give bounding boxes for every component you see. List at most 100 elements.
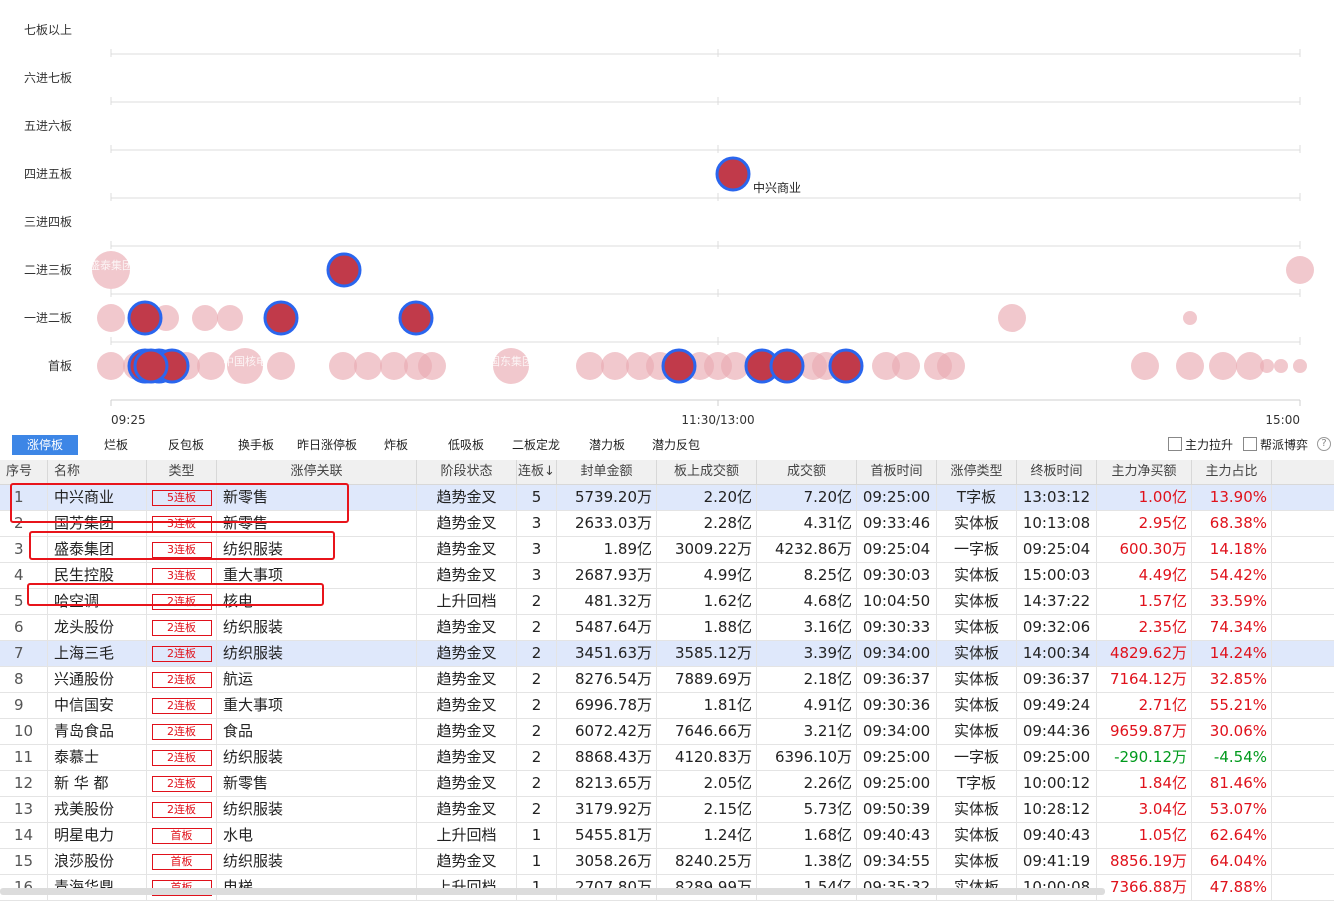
highlighted-stock-bubble[interactable] — [715, 156, 751, 192]
highlighted-stock-bubble[interactable] — [263, 300, 299, 336]
table-row[interactable]: 4 民生控股 3连板 重大事项 趋势金叉 3 2687.93万 4.99亿 8.25亿 09:30… — [0, 563, 1334, 589]
tab-9[interactable]: 潜力反包 — [649, 435, 703, 455]
col-limit-type: T字板 — [937, 771, 1017, 796]
col-turnover: 3.39亿 — [757, 641, 857, 666]
stock-bubble[interactable] — [1176, 352, 1204, 380]
col-boards-header[interactable]: 连板↓ — [517, 460, 557, 484]
x-axis-label: 11:30/13:00 — [681, 413, 754, 427]
stock-bubble[interactable] — [998, 304, 1026, 332]
table-row[interactable]: 2 国芳集团 3连板 新零售 趋势金叉 3 2633.03万 2.28亿 4.31亿 09:33:… — [0, 511, 1334, 537]
col-turnover: 4.91亿 — [757, 693, 857, 718]
col-limit-type: 实体板 — [937, 641, 1017, 666]
col-seal-amount-header[interactable]: 封单金额 — [557, 460, 657, 484]
stock-bubble[interactable] — [576, 352, 604, 380]
board-type-badge: 2连板 — [151, 619, 212, 636]
table-row[interactable]: 3 盛泰集团 3连板 纺织服装 趋势金叉 3 1.89亿 3009.22万 4232.86万 09… — [0, 537, 1334, 563]
col-limit-type: 实体板 — [937, 797, 1017, 822]
highlighted-stock-bubble[interactable] — [769, 348, 805, 384]
col-related: 新零售 — [217, 511, 417, 536]
tab-4[interactable]: 昨日涨停板 — [295, 435, 359, 455]
col-turnover-header[interactable]: 成交额 — [757, 460, 857, 484]
table-row[interactable]: 1 中兴商业 5连板 新零售 趋势金叉 5 5739.20万 2.20亿 7.20亿 09:25:… — [0, 485, 1334, 511]
col-net-buy: 3.04亿 — [1097, 797, 1192, 822]
stock-bubble[interactable] — [380, 352, 408, 380]
col-boards: 2 — [517, 615, 557, 640]
col-limit-type-header[interactable]: 涨停类型 — [937, 460, 1017, 484]
col-board-turnover-header[interactable]: 板上成交额 — [657, 460, 757, 484]
stock-bubble[interactable] — [1274, 359, 1288, 373]
help-icon[interactable]: ? — [1317, 437, 1331, 451]
table-row[interactable]: 8 兴通股份 2连板 航运 趋势金叉 2 8276.54万 7889.69万 2.18亿 09:3… — [0, 667, 1334, 693]
tab-2[interactable]: 反包板 — [164, 435, 208, 455]
col-ratio: 33.59% — [1192, 589, 1272, 614]
faction-game-checkbox[interactable]: 帮派博弈 — [1243, 437, 1308, 453]
stock-bubble[interactable] — [1236, 352, 1264, 380]
highlighted-stock-bubble[interactable] — [828, 348, 864, 384]
checkbox-box-icon[interactable] — [1243, 437, 1257, 451]
highlighted-stock-bubble[interactable] — [133, 348, 169, 384]
col-type: 2连板 — [147, 771, 217, 796]
checkbox-box-icon[interactable] — [1168, 437, 1182, 451]
col-index-header[interactable]: 序号 — [0, 460, 48, 484]
stock-bubble[interactable] — [97, 304, 125, 332]
tab-1[interactable]: 烂板 — [99, 435, 133, 455]
highlighted-stock-bubble[interactable] — [127, 300, 163, 336]
col-ratio-header[interactable]: 主力占比 — [1192, 460, 1272, 484]
col-related-header[interactable]: 涨停关联 — [217, 460, 417, 484]
table-row[interactable]: 5 哈空调 2连板 核电 上升回档 2 481.32万 1.62亿 4.68亿 10:04:50 实… — [0, 589, 1334, 615]
table-row[interactable]: 15 浪莎股份 首板 纺织服装 趋势金叉 1 3058.26万 8240.25万 1.38亿 09… — [0, 849, 1334, 875]
col-net-buy: 2.95亿 — [1097, 511, 1192, 536]
stock-bubble[interactable] — [601, 352, 629, 380]
tab-6[interactable]: 低吸板 — [444, 435, 488, 455]
stock-bubble[interactable] — [197, 352, 225, 380]
stock-bubble[interactable] — [1293, 359, 1307, 373]
stock-bubble[interactable] — [937, 352, 965, 380]
table-row[interactable]: 6 龙头股份 2连板 纺织服装 趋势金叉 2 5487.64万 1.88亿 3.16亿 09:30… — [0, 615, 1334, 641]
col-last-time-header[interactable]: 终板时间 — [1017, 460, 1097, 484]
tab-7[interactable]: 二板定龙 — [509, 435, 563, 455]
col-type-header[interactable]: 类型 — [147, 460, 217, 484]
highlighted-stock-bubble[interactable] — [326, 252, 362, 288]
tab-0[interactable]: 涨停板 — [12, 435, 78, 455]
col-seal-amount: 3058.26万 — [557, 849, 657, 874]
stock-bubble[interactable] — [217, 305, 243, 331]
main-force-pull-checkbox[interactable]: 主力拉升 — [1168, 437, 1233, 453]
tab-8[interactable]: 潜力板 — [585, 435, 629, 455]
col-net-buy-header[interactable]: 主力净买额 — [1097, 460, 1192, 484]
col-board-turnover: 1.62亿 — [657, 589, 757, 614]
col-first-time-header[interactable]: 首板时间 — [857, 460, 937, 484]
col-name-header[interactable]: 名称 — [48, 460, 147, 484]
table-row[interactable]: 12 新 华 都 2连板 新零售 趋势金叉 2 8213.65万 2.05亿 2.26亿 09:2… — [0, 771, 1334, 797]
stock-bubble[interactable] — [354, 352, 382, 380]
stock-bubble[interactable] — [267, 352, 295, 380]
stock-bubble[interactable] — [1131, 352, 1159, 380]
col-net-buy: 4829.62万 — [1097, 641, 1192, 666]
table-row[interactable]: 10 青岛食品 2连板 食品 趋势金叉 2 6072.42万 7646.66万 3.21亿 09:… — [0, 719, 1334, 745]
horizontal-scrollbar[interactable] — [0, 888, 1105, 895]
stock-bubble[interactable] — [329, 352, 357, 380]
stock-bubble[interactable] — [892, 352, 920, 380]
highlighted-stock-bubble[interactable] — [661, 348, 697, 384]
highlighted-stock-bubble[interactable] — [398, 300, 434, 336]
table-row[interactable]: 13 戎美股份 2连板 纺织服装 趋势金叉 2 3179.92万 2.15亿 5.73亿 09:5… — [0, 797, 1334, 823]
col-first-time: 10:04:50 — [857, 589, 937, 614]
col-related: 纺织服装 — [217, 849, 417, 874]
table-row[interactable]: 11 泰慕士 2连板 纺织服装 趋势金叉 2 8868.43万 4120.83万 6396.10… — [0, 745, 1334, 771]
stock-bubble[interactable] — [1209, 352, 1237, 380]
stock-bubble[interactable] — [1260, 359, 1274, 373]
col-type: 5连板 — [147, 485, 217, 510]
col-ratio: 64.04% — [1192, 849, 1272, 874]
stock-bubble[interactable] — [1183, 311, 1197, 325]
tab-5[interactable]: 炸板 — [380, 435, 412, 455]
table-row[interactable]: 9 中信国安 2连板 重大事项 趋势金叉 2 6996.78万 1.81亿 4.91亿 09:30… — [0, 693, 1334, 719]
stock-bubble[interactable] — [1286, 256, 1314, 284]
tab-3[interactable]: 换手板 — [234, 435, 278, 455]
col-stage-header[interactable]: 阶段状态 — [417, 460, 517, 484]
table-row[interactable]: 7 上海三毛 2连板 纺织服装 趋势金叉 2 3451.63万 3585.12万 3.39亿 09… — [0, 641, 1334, 667]
stock-bubble[interactable] — [97, 352, 125, 380]
x-axis-label: 09:25 — [111, 413, 146, 427]
stock-bubble[interactable] — [418, 352, 446, 380]
col-index: 7 — [0, 641, 48, 666]
stock-bubble[interactable] — [192, 305, 218, 331]
table-row[interactable]: 14 明星电力 首板 水电 上升回档 1 5455.81万 1.24亿 1.68亿 09:40:4… — [0, 823, 1334, 849]
